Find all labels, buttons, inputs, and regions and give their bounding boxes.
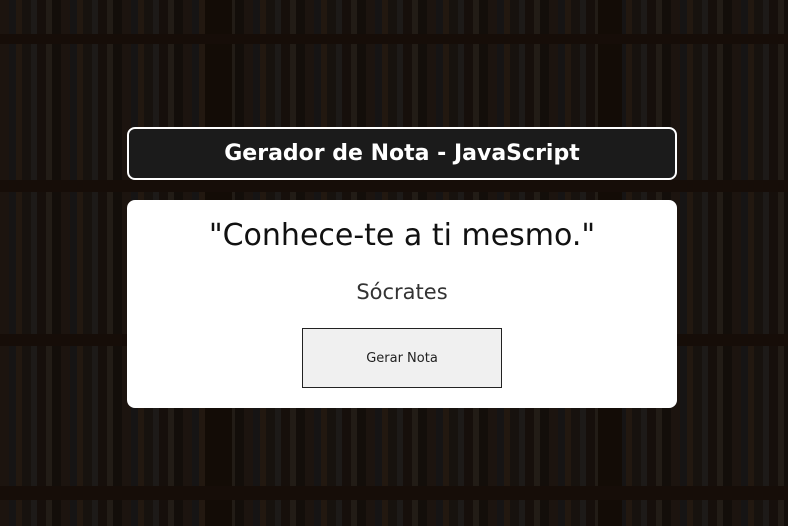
page-title: Gerador de Nota - JavaScript — [224, 141, 580, 166]
quote-card: "Conhece-te a ti mesmo." Sócrates Gerar … — [127, 200, 677, 408]
generate-quote-button[interactable]: Gerar Nota — [302, 328, 502, 388]
quote-text: "Conhece-te a ti mesmo." — [208, 218, 596, 253]
quote-author: Sócrates — [356, 280, 448, 304]
title-box: Gerador de Nota - JavaScript — [127, 127, 677, 180]
